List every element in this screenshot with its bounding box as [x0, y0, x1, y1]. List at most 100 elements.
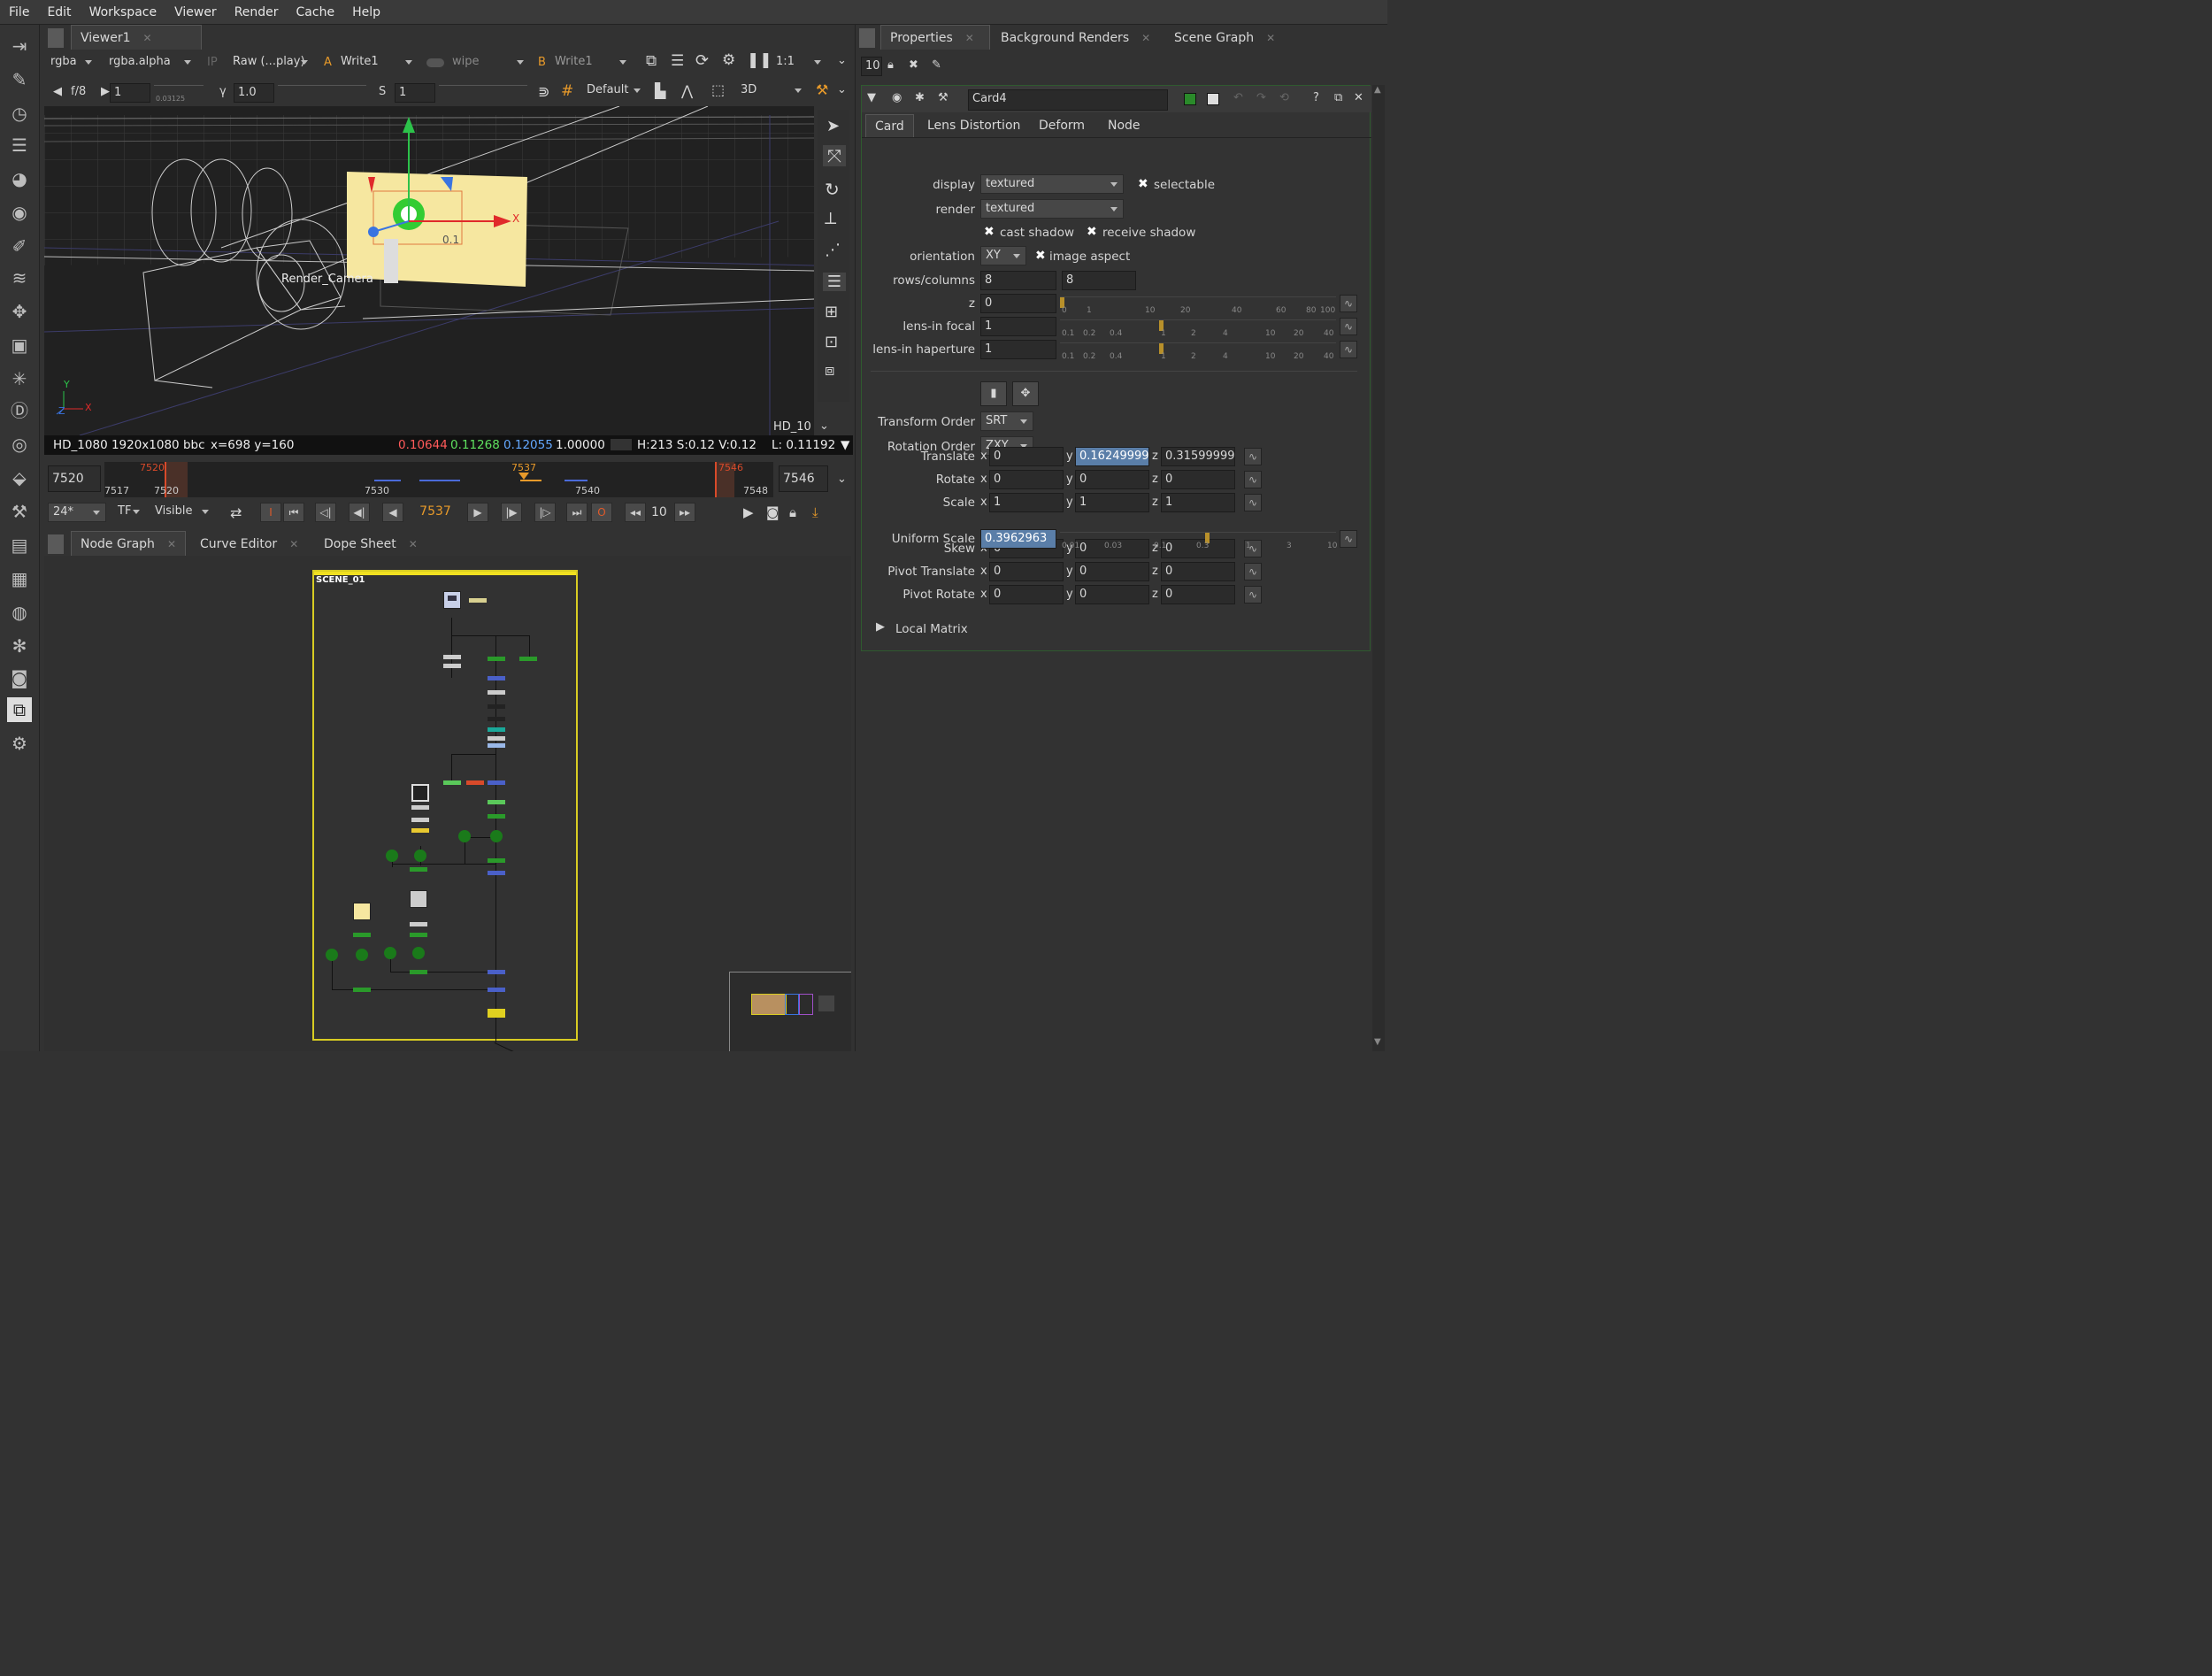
gamma-field[interactable]: 1.0 — [234, 83, 274, 103]
properties-scrollbar[interactable]: ▲ ▼ — [1372, 85, 1385, 1051]
blue-node-5[interactable] — [488, 988, 505, 992]
transform-handle-icon[interactable]: ✥ — [1012, 381, 1039, 406]
furnace-tool-icon[interactable]: ▦ — [7, 566, 32, 591]
blue-node-4[interactable] — [488, 970, 505, 974]
grey-node-4[interactable] — [411, 818, 429, 822]
pivot-rotate-animation-icon[interactable]: ∿ — [1244, 586, 1262, 604]
teal-node[interactable] — [488, 727, 505, 732]
tool-icon[interactable]: ⚒ — [938, 91, 949, 104]
green-node-5[interactable] — [410, 933, 427, 937]
card-icon[interactable]: ▮ — [980, 381, 1007, 406]
uniform-scale-field[interactable]: 0.3962963 — [980, 529, 1056, 549]
green-node-1[interactable] — [488, 657, 505, 661]
capture-icon[interactable]: ◙ — [766, 504, 780, 520]
geo-node-5[interactable] — [326, 949, 338, 961]
panel-menu-icon-3[interactable] — [859, 28, 875, 48]
panel-menu-icon[interactable] — [48, 28, 64, 48]
translate-x-field[interactable]: 0 — [989, 447, 1064, 466]
timeline-track[interactable]: 7520 7546 7537 7517 7520 7530 7540 7548 — [104, 462, 773, 497]
rotate-y-field[interactable]: 0 — [1075, 470, 1149, 489]
blue-node-3[interactable] — [488, 871, 505, 875]
timeline-expand-icon[interactable]: ⌄ — [837, 473, 847, 486]
collapse-icon[interactable]: ▼ — [867, 91, 876, 104]
display-dropdown[interactable]: textured — [980, 174, 1124, 194]
blue-node-2[interactable] — [488, 780, 505, 785]
transform-node-1[interactable] — [443, 655, 461, 659]
geo-node-6[interactable] — [356, 949, 368, 961]
toolsets-tool-icon[interactable]: ⚒ — [7, 499, 32, 524]
lens-in-haperture-slider[interactable]: 0.1 0.2 0.4 1 2 4 10 20 40 — [1060, 342, 1336, 362]
undo-icon[interactable]: ↶ — [1233, 91, 1243, 104]
lock-view-icon[interactable]: ⚒ — [816, 81, 828, 98]
view-node-icon[interactable]: ◉ — [892, 91, 902, 104]
panel-menu-icon-2[interactable] — [48, 534, 64, 554]
prev-frame-icon[interactable]: ◀| — [349, 503, 370, 522]
close-icon-props[interactable]: ✕ — [965, 32, 974, 44]
uniform-scale-slider[interactable]: 0.01 0.03 0.1 0.3 1 3 10 — [1060, 532, 1337, 551]
cast-shadow-checkbox[interactable]: ✖ — [984, 226, 996, 238]
overscan-icon[interactable]: ☰ — [671, 52, 684, 70]
input-a-dropdown[interactable]: Write1 — [336, 53, 418, 73]
close-icon-ds[interactable]: ✕ — [409, 538, 418, 550]
refresh-icon[interactable]: ⟳ — [695, 51, 709, 70]
menu-edit[interactable]: Edit — [38, 5, 80, 19]
menu-file[interactable]: File — [0, 5, 38, 19]
pause-icon[interactable]: ❚❚ — [747, 51, 772, 69]
yellow-node-1[interactable] — [411, 828, 429, 833]
node-dot-1[interactable] — [469, 598, 487, 603]
gain-slider[interactable]: 0.03125 — [154, 85, 204, 103]
geo-node-2[interactable] — [490, 830, 503, 842]
orientation-dropdown[interactable]: XY — [980, 246, 1026, 265]
close-icon-sg[interactable]: ✕ — [1266, 32, 1275, 44]
node-name-field[interactable]: Card4 — [968, 89, 1168, 111]
pen-icon[interactable]: ✎ — [932, 58, 941, 72]
timeline[interactable]: 7520 7520 7546 7537 7517 7520 7530 7540 … — [44, 460, 849, 497]
green-node-3[interactable] — [488, 800, 505, 804]
dark-node-2[interactable] — [488, 717, 505, 721]
expand-icon-3[interactable]: ⌄ — [819, 419, 829, 433]
current-frame-field[interactable]: 7537 — [409, 503, 458, 522]
translate-animation-icon[interactable]: ∿ — [1244, 448, 1262, 465]
visible-range-dropdown[interactable]: Visible — [150, 503, 214, 522]
skip-forward-icon[interactable]: ▸▸ — [674, 503, 695, 522]
alpha-channel-dropdown[interactable]: rgba.alpha — [104, 53, 196, 73]
geo-node-4[interactable] — [414, 850, 426, 862]
max-panels-field[interactable]: 10 — [861, 57, 882, 76]
render-dropdown[interactable]: textured — [980, 199, 1124, 219]
info-dropdown-icon[interactable]: ▼ — [841, 435, 849, 455]
menu-help[interactable]: Help — [343, 5, 389, 19]
transform-tool-icon[interactable]: ✥ — [7, 299, 32, 324]
close-properties-icon[interactable]: ✕ — [1354, 91, 1363, 104]
dark-node-1[interactable] — [488, 704, 505, 709]
redo-icon[interactable]: ↷ — [1256, 91, 1266, 104]
rotate-z-field[interactable]: 0 — [1161, 470, 1235, 489]
translate-icon[interactable]: ⤧ — [823, 145, 846, 166]
close-icon-ng[interactable]: ✕ — [167, 538, 176, 550]
node-font-color-icon[interactable] — [1207, 93, 1219, 105]
metadata-tool-icon[interactable]: ⬙ — [7, 465, 32, 490]
settings-tool-icon[interactable]: ⚙ — [7, 731, 32, 756]
geo-node-7[interactable] — [384, 947, 396, 959]
scale-animation-icon[interactable]: ∿ — [1244, 494, 1262, 511]
pivot-rotate-y-field[interactable]: 0 — [1075, 585, 1149, 604]
roi-icon[interactable]: ⧉ — [646, 52, 657, 70]
geo-node-8[interactable] — [412, 947, 425, 959]
3d-view-dropdown[interactable]: 3D — [736, 81, 807, 101]
help-icon[interactable]: ? — [1313, 91, 1319, 104]
tab-scene-graph[interactable]: Scene Graph ✕ — [1165, 26, 1284, 50]
channel-tool-icon[interactable]: ☰ — [7, 133, 32, 158]
light-blue-node[interactable] — [488, 743, 505, 748]
gamma-slider[interactable] — [278, 85, 366, 103]
playhead[interactable] — [518, 473, 529, 485]
node-color-icon[interactable] — [1184, 93, 1196, 105]
rotate-x-field[interactable]: 0 — [989, 470, 1064, 489]
red-node[interactable] — [466, 780, 484, 785]
green-node-4[interactable] — [488, 814, 505, 819]
time-tool-icon[interactable]: ◷ — [7, 101, 32, 126]
scene-node-1[interactable] — [488, 858, 505, 863]
lens-in-focal-slider[interactable]: 0.1 0.2 0.4 1 2 4 10 20 40 — [1060, 319, 1336, 339]
expand-icon-2[interactable]: ⌄ — [837, 83, 847, 96]
gain-field[interactable]: 1 — [110, 83, 150, 103]
frame-select-icon[interactable]: ⧈ — [825, 361, 834, 380]
lens-in-haperture-animation-icon[interactable]: ∿ — [1340, 341, 1357, 358]
